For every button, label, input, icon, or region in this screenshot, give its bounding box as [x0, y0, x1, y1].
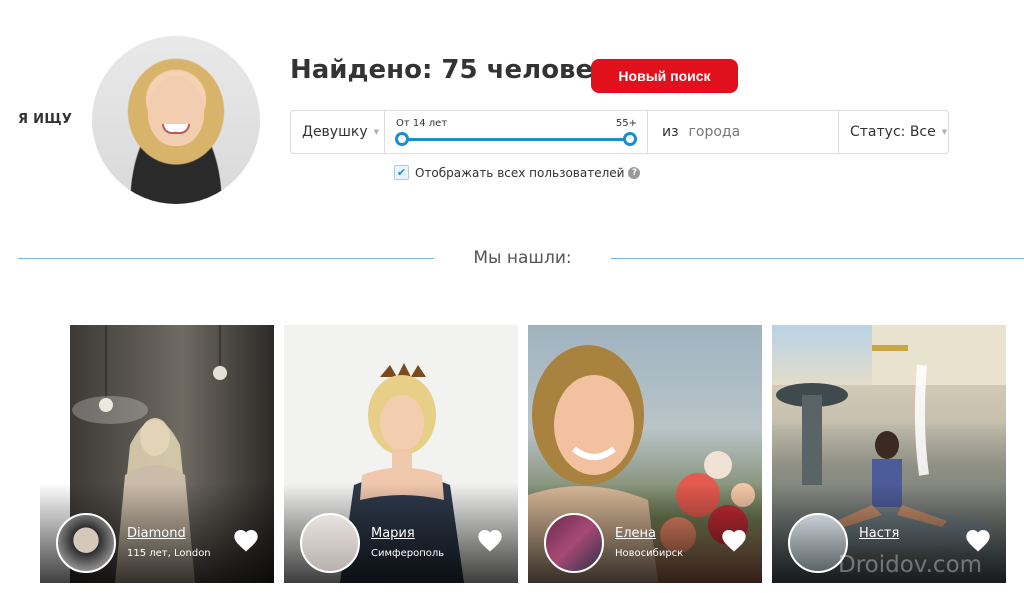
- profile-card[interactable]: Diamond 115 лет, London: [40, 325, 274, 583]
- profile-subtitle: Симферополь: [371, 548, 445, 559]
- show-all-label: Отображать всех пользователей: [415, 165, 625, 180]
- profile-name-link[interactable]: Мария: [371, 526, 415, 541]
- city-prefix-label: из: [662, 124, 679, 140]
- age-slider-track[interactable]: [402, 138, 630, 141]
- chevron-down-icon: ▼: [941, 128, 948, 136]
- profile-card[interactable]: Елена Новосибирск: [528, 325, 762, 583]
- chevron-down-icon: ▼: [373, 128, 380, 136]
- status-select[interactable]: Статус: Все ▼: [839, 111, 948, 153]
- heart-icon[interactable]: [476, 527, 504, 555]
- age-max-handle[interactable]: [623, 132, 637, 146]
- profile-name-link[interactable]: Diamond: [127, 526, 186, 541]
- profile-card[interactable]: Настя: [772, 325, 1006, 583]
- profile-thumbnail[interactable]: [56, 513, 116, 573]
- profile-name-link[interactable]: Настя: [859, 526, 899, 541]
- seek-label: Я ИЩУ: [18, 112, 73, 127]
- new-search-button[interactable]: Новый поиск: [591, 59, 738, 93]
- question-icon[interactable]: ?: [628, 166, 641, 179]
- profile-subtitle: Новосибирск: [615, 548, 684, 559]
- divider-right: [611, 258, 1024, 259]
- divider-left: [18, 258, 434, 259]
- age-min-handle[interactable]: [395, 132, 409, 146]
- results-count-title: Найдено: 75 человек: [290, 55, 611, 85]
- user-avatar[interactable]: [92, 36, 260, 204]
- site-watermark: Droidov.com: [838, 552, 983, 578]
- city-field: из: [648, 111, 839, 153]
- gender-select[interactable]: Девушку ▼: [291, 111, 385, 153]
- age-from-label: От 14 лет: [396, 118, 448, 129]
- heart-icon[interactable]: [232, 527, 260, 555]
- show-all-users-option[interactable]: ✔ Отображать всех пользователей ?: [394, 165, 641, 180]
- profile-thumbnail[interactable]: [300, 513, 360, 573]
- heart-icon[interactable]: [720, 527, 748, 555]
- profile-name-link[interactable]: Елена: [615, 526, 656, 541]
- results-heading: Мы нашли:: [473, 248, 572, 268]
- heart-icon[interactable]: [964, 527, 992, 555]
- show-all-checkbox[interactable]: ✔: [394, 165, 409, 180]
- city-input[interactable]: [688, 124, 829, 140]
- status-select-value: Статус: Все: [850, 124, 936, 140]
- gender-select-value: Девушку: [302, 124, 368, 140]
- age-to-label: 55+: [615, 118, 637, 129]
- profile-thumbnail[interactable]: [544, 513, 604, 573]
- profile-card[interactable]: Мария Симферополь: [284, 325, 518, 583]
- age-range-slider[interactable]: От 14 лет 55+: [385, 111, 648, 153]
- profile-subtitle: 115 лет, London: [127, 548, 211, 559]
- search-filter-bar: Девушку ▼ От 14 лет 55+ из Статус: Все ▼: [290, 110, 949, 154]
